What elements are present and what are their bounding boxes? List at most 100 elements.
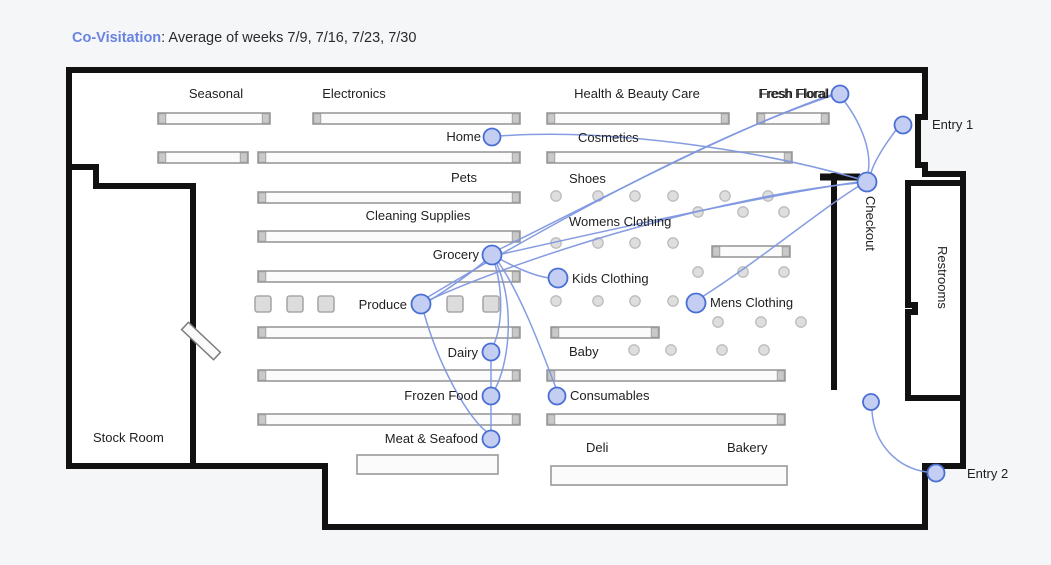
node-label: Produce <box>359 297 407 312</box>
clothing-rack <box>755 316 767 328</box>
clothing-rack <box>629 295 641 307</box>
produce-bin <box>446 295 464 313</box>
covisitation-node[interactable] <box>893 115 913 135</box>
produce-bin <box>254 295 272 313</box>
department-label: Pets <box>451 170 478 185</box>
entry-label: Entry 1 <box>932 117 973 132</box>
produce-bin <box>317 295 335 313</box>
node-label: Home <box>446 129 481 144</box>
shelf-unit <box>550 326 660 339</box>
shelf-unit <box>312 112 521 125</box>
shelf-unit <box>550 465 788 486</box>
covisitation-node[interactable] <box>410 293 432 315</box>
shelf-end-cap <box>547 113 556 124</box>
department-label: Cosmetics <box>578 130 639 145</box>
shelf-unit <box>546 413 786 426</box>
store-map-svg: Seasonal Electronics Health & Beauty Care F… <box>66 67 1008 530</box>
shelf-end-cap <box>776 414 785 425</box>
shelf-end-cap <box>258 414 267 425</box>
shelf-end-cap <box>158 152 167 163</box>
department-label: Electronics <box>322 86 386 101</box>
shelf-end-cap <box>781 246 790 257</box>
store-outer-wall <box>66 67 966 530</box>
covisitation-node[interactable] <box>481 342 501 362</box>
shelf-end-cap <box>258 192 267 203</box>
shelf-unit <box>257 191 521 204</box>
shelf-end-cap <box>547 414 556 425</box>
stock-room-wall <box>66 164 196 469</box>
node-label: Frozen Food <box>404 388 478 403</box>
clothing-rack <box>550 295 562 307</box>
node-label: Dairy <box>448 345 479 360</box>
room-label: Stock Room <box>93 430 164 445</box>
department-label: Bakery <box>727 440 768 455</box>
shelf-unit <box>546 151 793 164</box>
department-label: Seasonal <box>189 86 243 101</box>
shelf-unit <box>257 270 521 283</box>
store-map: Seasonal Electronics Health & Beauty Care F… <box>0 0 1051 565</box>
shelf-unit <box>257 326 521 339</box>
shelf-end-cap <box>547 152 556 163</box>
produce-bin <box>286 295 304 313</box>
department-label: Deli <box>586 440 609 455</box>
covisitation-node[interactable] <box>547 386 567 406</box>
shelf-unit <box>546 369 786 382</box>
covisitation-node[interactable] <box>926 463 946 483</box>
shelf-end-cap <box>261 113 270 124</box>
covisitation-node[interactable] <box>481 244 503 266</box>
clothing-rack <box>716 344 728 356</box>
shelf-end-cap <box>820 113 829 124</box>
shelf-unit <box>157 151 249 164</box>
shelf-unit <box>157 112 271 125</box>
shelf-end-cap <box>258 370 267 381</box>
clothing-rack <box>758 344 770 356</box>
clothing-rack <box>665 344 677 356</box>
covisitation-node[interactable] <box>482 127 502 147</box>
shelf-end-cap <box>511 271 520 282</box>
covisitation-node[interactable] <box>481 429 501 449</box>
shelf-end-cap <box>258 327 267 338</box>
shelf-unit <box>257 369 521 382</box>
clothing-rack <box>667 295 679 307</box>
shelf-end-cap <box>511 152 520 163</box>
shelf-unit <box>257 151 521 164</box>
clothing-rack <box>628 344 640 356</box>
department-label: Cleaning Supplies <box>366 208 471 223</box>
shelf-end-cap <box>511 113 520 124</box>
clothing-rack <box>592 295 604 307</box>
shelf-unit <box>257 413 521 426</box>
clothing-rack <box>778 206 790 218</box>
shelf-end-cap <box>511 327 520 338</box>
clothing-rack <box>667 190 679 202</box>
shelf-end-cap <box>313 113 322 124</box>
department-label: Health & Beauty Care <box>574 86 700 101</box>
department-label: Womens Clothing <box>569 214 671 229</box>
clothing-rack <box>719 190 731 202</box>
produce-bin <box>482 295 500 313</box>
covisitation-node[interactable] <box>862 393 880 411</box>
clothing-rack <box>795 316 807 328</box>
clothing-rack <box>550 190 562 202</box>
covisitation-node[interactable] <box>481 386 501 406</box>
entry-label: Entry 2 <box>967 466 1008 481</box>
department-label: Baby <box>569 344 599 359</box>
covisitation-node[interactable] <box>547 267 569 289</box>
shelf-unit <box>546 112 730 125</box>
shelf-end-cap <box>712 246 721 257</box>
covisitation-node[interactable] <box>856 171 878 193</box>
shelf-unit <box>711 245 791 258</box>
shelf-end-cap <box>258 231 267 242</box>
shelf-unit <box>356 454 499 475</box>
shelf-unit <box>756 112 830 125</box>
shelf-end-cap <box>511 370 520 381</box>
covisitation-node[interactable] <box>685 292 707 314</box>
clothing-rack <box>629 237 641 249</box>
shelf-unit <box>257 230 521 243</box>
shelf-end-cap <box>776 370 785 381</box>
shelf-end-cap <box>720 113 729 124</box>
node-label: Meat & Seafood <box>385 431 478 446</box>
clothing-rack <box>667 237 679 249</box>
covisitation-node[interactable] <box>830 84 850 104</box>
clothing-rack <box>778 266 790 278</box>
walls-group <box>66 67 966 530</box>
